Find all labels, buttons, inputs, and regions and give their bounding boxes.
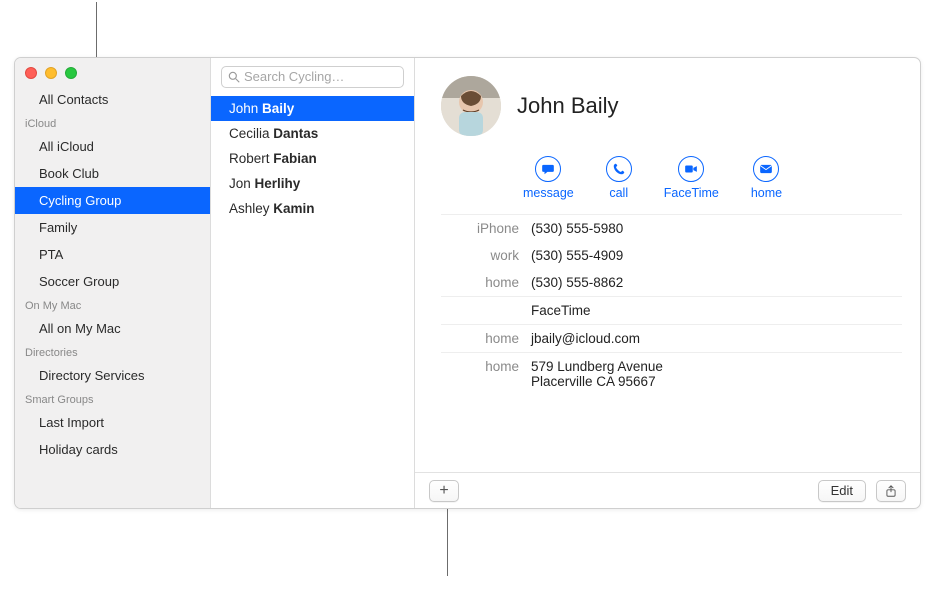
action-email-home[interactable]: home [751,156,782,200]
share-icon [884,484,898,498]
field-value: (530) 555-4909 [531,248,902,263]
contact-list-item[interactable]: Ashley Kamin [211,196,414,221]
edit-button[interactable]: Edit [818,480,866,502]
sidebar-section-header: Smart Groups [15,389,210,409]
sidebar-item-all-on-my-mac[interactable]: All on My Mac [15,315,210,342]
callout-line-add [447,501,448,576]
address-line1: 579 Lundberg Avenue [531,359,663,374]
contact-last: Herlihy [255,176,301,191]
sidebar-section-header: iCloud [15,113,210,133]
window-zoom-button[interactable] [65,67,77,79]
sidebar-item-all-contacts[interactable]: All Contacts [15,86,210,113]
window-close-button[interactable] [25,67,37,79]
field-email[interactable]: home jbaily@icloud.com [441,324,902,352]
contact-list-item[interactable]: Cecilia Dantas [211,121,414,146]
contact-first: Jon [229,176,251,191]
sidebar-item-family[interactable]: Family [15,214,210,241]
sidebar-item-cycling-group[interactable]: Cycling Group [15,187,210,214]
action-label: message [523,186,574,200]
contact-first: John [229,101,258,116]
field-value: jbaily@icloud.com [531,331,902,346]
contact-name: John Baily [517,93,619,119]
sidebar-item-all-icloud[interactable]: All iCloud [15,133,210,160]
action-row: message call [523,156,902,200]
action-facetime[interactable]: FaceTime [664,156,719,200]
address-line2: Placerville CA 95667 [531,374,902,389]
sidebar-item-last-import[interactable]: Last Import [15,409,210,436]
contact-list: John Baily Cecilia Dantas Robert Fabian … [211,94,414,221]
avatar[interactable] [441,76,501,136]
card-bottom-bar: + Edit [415,472,920,508]
message-icon [541,162,555,176]
phone-icon [612,162,626,176]
contact-list-item[interactable]: Robert Fabian [211,146,414,171]
contact-first: Ashley [229,201,270,216]
contact-last: Kamin [273,201,314,216]
field-label: work [441,248,531,263]
contact-card: John Baily message [415,58,920,508]
sidebar-section-header: On My Mac [15,295,210,315]
contact-list-item[interactable]: John Baily [211,96,414,121]
field-phone[interactable]: home (530) 555-8862 [441,269,902,296]
sidebar-item-directory-services[interactable]: Directory Services [15,362,210,389]
field-value: (530) 555-5980 [531,221,902,236]
sidebar-section-header: Directories [15,342,210,362]
avatar-image [441,76,501,136]
video-icon [684,162,698,176]
field-label: home [441,359,531,389]
search-icon [227,70,241,84]
window-minimize-button[interactable] [45,67,57,79]
sidebar-item-pta[interactable]: PTA [15,241,210,268]
action-label: call [609,186,628,200]
mail-icon [759,162,773,176]
contacts-window: All Contacts iCloud All iCloud Book Club… [14,57,921,509]
contact-list-column: John Baily Cecilia Dantas Robert Fabian … [211,58,415,508]
contact-last: Baily [262,101,294,116]
field-phone[interactable]: iPhone (530) 555-5980 [441,215,902,242]
action-call[interactable]: call [606,156,632,200]
field-label [441,303,531,318]
search-box[interactable] [221,66,404,88]
action-message[interactable]: message [523,156,574,200]
field-value: (530) 555-8862 [531,275,902,290]
field-value: 579 Lundberg Avenue Placerville CA 95667 [531,359,902,389]
field-label: home [441,331,531,346]
search-wrap [211,58,414,94]
field-label: home [441,275,531,290]
plus-icon: + [439,482,448,500]
window-traffic-lights [25,67,77,79]
sidebar-item-holiday-cards[interactable]: Holiday cards [15,436,210,463]
contact-last: Dantas [273,126,318,141]
sidebar-item-book-club[interactable]: Book Club [15,160,210,187]
card-header: John Baily [441,76,902,136]
field-address[interactable]: home 579 Lundberg Avenue Placerville CA … [441,352,902,395]
sidebar: All Contacts iCloud All iCloud Book Club… [15,58,211,508]
contact-first: Robert [229,151,270,166]
field-value: FaceTime [531,303,902,318]
sidebar-item-soccer-group[interactable]: Soccer Group [15,268,210,295]
field-phone[interactable]: work (530) 555-4909 [441,242,902,269]
add-button[interactable]: + [429,480,459,502]
contact-last: Fabian [273,151,317,166]
contact-first: Cecilia [229,126,270,141]
field-facetime-header[interactable]: FaceTime [441,296,902,324]
contact-list-item[interactable]: Jon Herlihy [211,171,414,196]
share-button[interactable] [876,480,906,502]
card-fields: iPhone (530) 555-5980 work (530) 555-490… [441,214,902,395]
action-label: home [751,186,782,200]
search-input[interactable] [222,67,403,86]
action-label: FaceTime [664,186,719,200]
field-label: iPhone [441,221,531,236]
